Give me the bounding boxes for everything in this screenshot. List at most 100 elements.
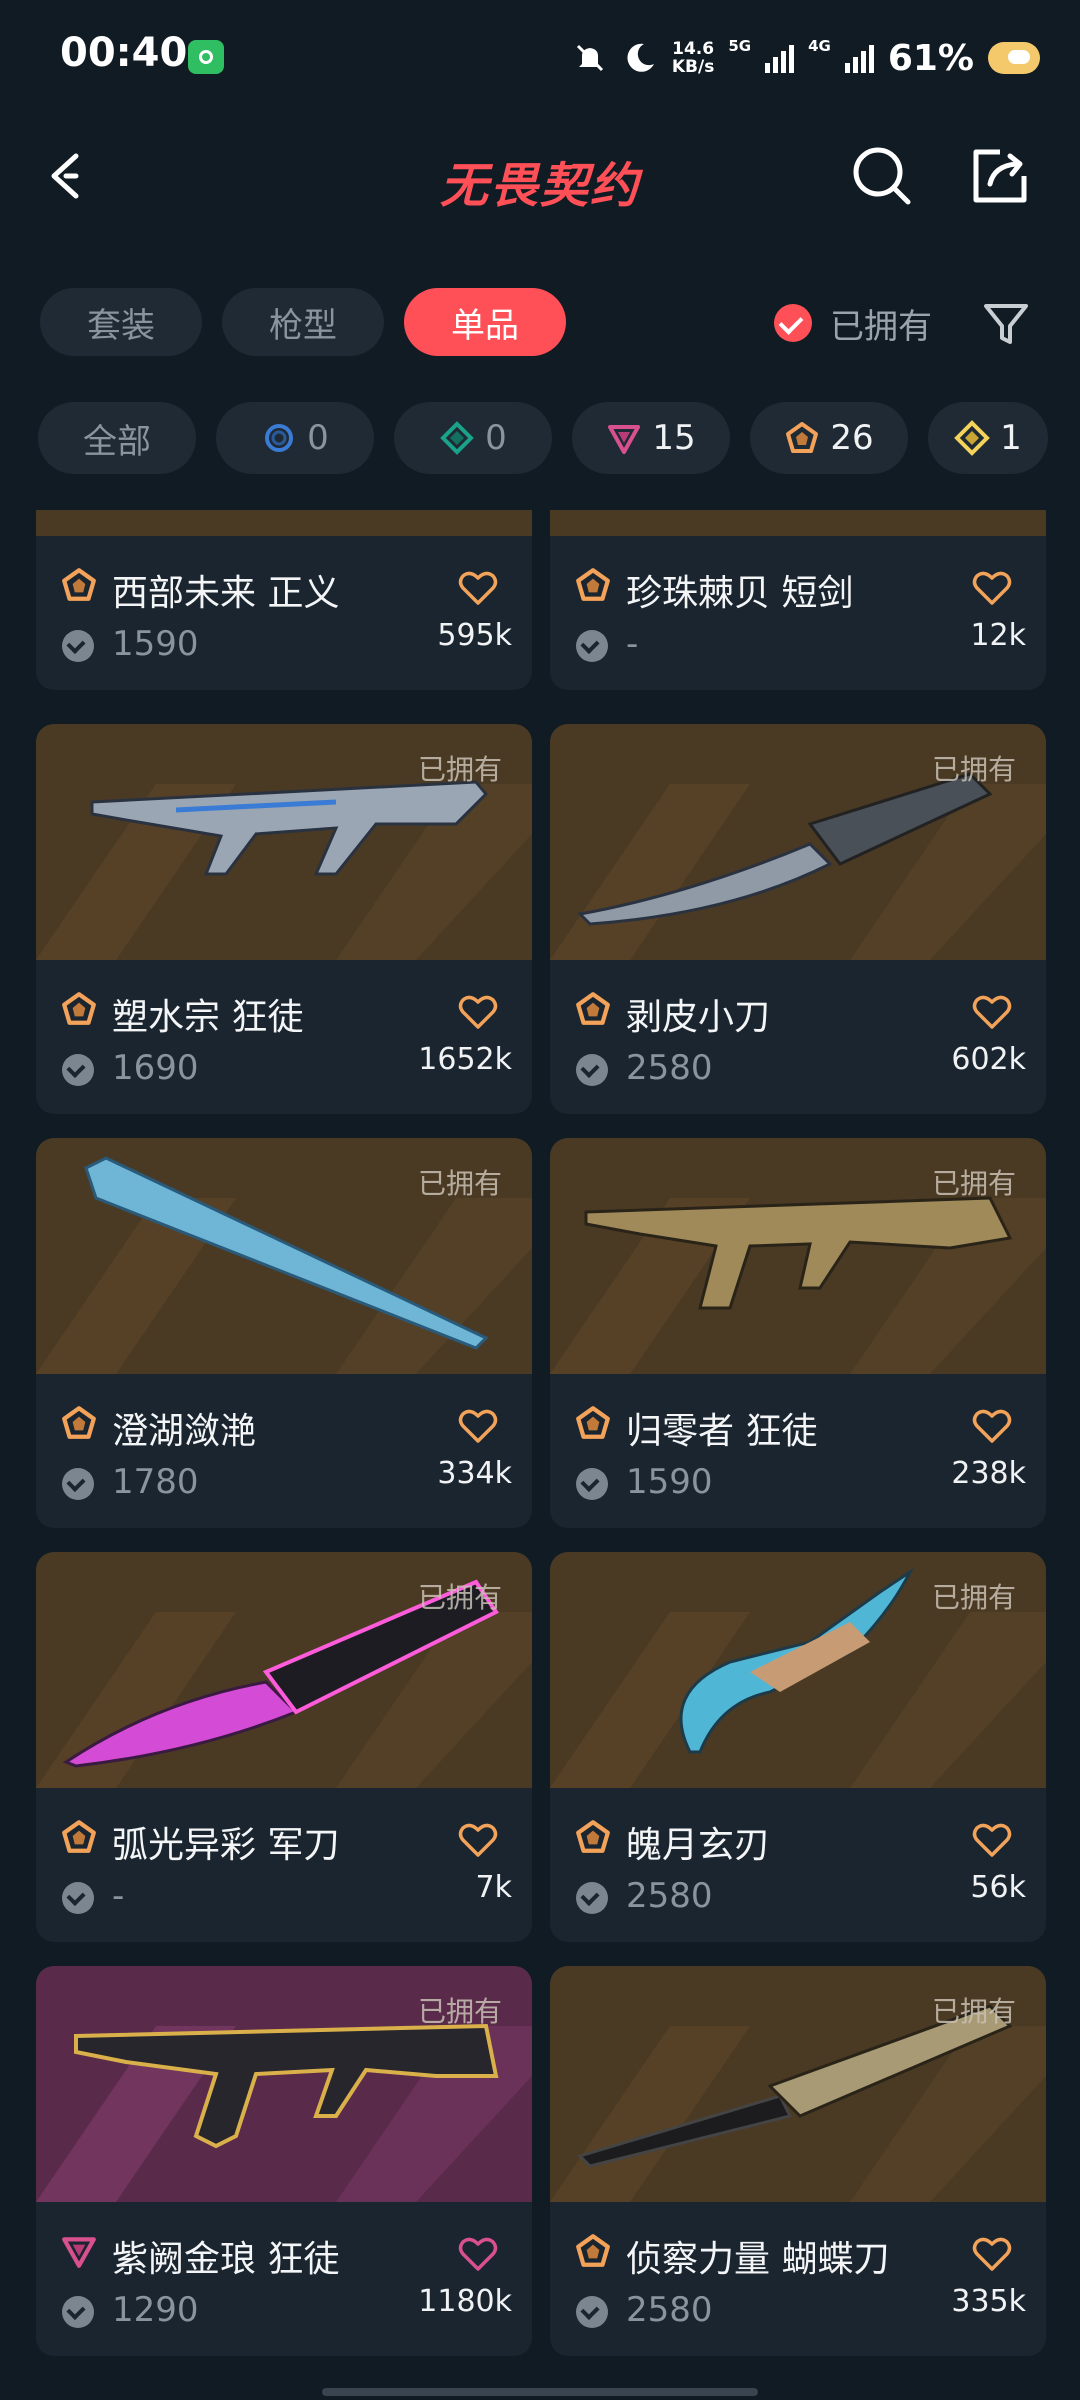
- item-card[interactable]: 已拥有 澄湖潋滟 1780 334k: [36, 1138, 532, 1528]
- item-card[interactable]: 已拥有 归零者 狂徒 1590 238k: [550, 1138, 1046, 1528]
- item-likes: 238k: [951, 1456, 1026, 1491]
- item-image: 已拥有: [550, 1552, 1046, 1788]
- item-name: 珍珠棘贝 短剑: [626, 573, 854, 614]
- battery-level: 61%: [887, 37, 974, 79]
- exclusive-tier-icon: [62, 992, 96, 1025]
- rarity-filter-ultra[interactable]: 1: [928, 402, 1048, 474]
- item-image: 已拥有: [550, 1138, 1046, 1374]
- moon-icon: [627, 43, 654, 72]
- share-icon[interactable]: [970, 146, 1030, 206]
- rarity-count: 0: [307, 418, 329, 458]
- favorite-icon[interactable]: [972, 994, 1012, 1030]
- exclusive-tier-icon: [62, 1406, 96, 1439]
- item-price: 2580: [626, 1876, 713, 1916]
- item-info: 归零者 狂徒 1590 238k: [550, 1374, 1046, 1528]
- favorite-icon[interactable]: [972, 570, 1012, 606]
- app-header: 无畏契约: [0, 110, 1080, 240]
- rarity-filter-select[interactable]: 0: [216, 402, 374, 474]
- item-name: 塑水宗 狂徒: [112, 997, 304, 1038]
- item-likes: 1180k: [418, 2284, 512, 2319]
- rarity-filter-premium[interactable]: 15: [572, 402, 730, 474]
- item-price: 1290: [112, 2290, 199, 2330]
- item-card[interactable]: 已拥有 侦察力量 蝴蝶刀 2580 335k: [550, 1966, 1046, 2356]
- tab-bundles[interactable]: 套装: [40, 288, 202, 356]
- rarity-filter-row: 全部 0 0 15 26 1: [38, 402, 1048, 474]
- item-info: 魄月玄刃 2580 56k: [550, 1788, 1046, 1942]
- rarity-filter-exclusive[interactable]: 26: [750, 402, 908, 474]
- rarity-filter-all[interactable]: 全部: [38, 402, 196, 474]
- exclusive-tier-icon: [576, 2234, 610, 2267]
- ultra-tier-icon: [954, 420, 991, 456]
- favorite-icon[interactable]: [458, 994, 498, 1030]
- favorite-icon[interactable]: [458, 1822, 498, 1858]
- network-type-2: 4G: [808, 37, 831, 55]
- owned-tag: 已拥有: [931, 1581, 1016, 1614]
- signal-icon-2: [844, 43, 874, 73]
- exclusive-tier-icon: [576, 1406, 610, 1439]
- item-name: 魄月玄刃: [626, 1825, 771, 1866]
- item-likes: 595k: [437, 618, 512, 653]
- favorite-icon[interactable]: [972, 2236, 1012, 2272]
- filter-icon[interactable]: [980, 298, 1032, 350]
- exclusive-tier-icon: [62, 1820, 96, 1853]
- owned-tag: 已拥有: [417, 1995, 502, 2028]
- page-title: 无畏契约: [439, 158, 640, 214]
- battery-icon: [988, 42, 1040, 74]
- status-bar: 00:40 14.6 KB/s 5G 4G 61%: [0, 0, 1080, 110]
- vp-currency-icon: [576, 1882, 608, 1914]
- item-card[interactable]: 已拥有 剥皮小刀 2580 602k: [550, 724, 1046, 1114]
- category-tabs: 套装 枪型 单品: [40, 288, 566, 356]
- exclusive-tier-icon: [62, 568, 96, 601]
- item-image: 已拥有: [36, 1138, 532, 1374]
- vp-currency-icon: [62, 1054, 94, 1086]
- favorite-icon[interactable]: [458, 2236, 498, 2272]
- favorite-icon[interactable]: [458, 1408, 498, 1444]
- item-info: 澄湖潋滟 1780 334k: [36, 1374, 532, 1528]
- rarity-count: 0: [485, 418, 507, 458]
- item-name: 归零者 狂徒: [626, 1411, 818, 1452]
- item-card[interactable]: 已拥有 紫阙金琅 狂徒 1290 1180k: [36, 1966, 532, 2356]
- item-price: 2580: [626, 2290, 713, 2330]
- item-likes: 335k: [951, 2284, 1026, 2319]
- item-info: 剥皮小刀 2580 602k: [550, 960, 1046, 1114]
- net-speed: 14.6 KB/s: [672, 40, 714, 76]
- signal-icon-1: [765, 43, 795, 73]
- item-info: 弧光异彩 军刀 - 7k: [36, 1788, 532, 1942]
- favorite-icon[interactable]: [972, 1408, 1012, 1444]
- item-image: [550, 510, 1046, 536]
- item-card[interactable]: 西部未来 正义 1590 595k: [36, 510, 532, 690]
- mute-icon: [576, 44, 603, 72]
- favorite-icon[interactable]: [458, 570, 498, 606]
- item-price: 1690: [112, 1048, 199, 1088]
- item-image: [36, 510, 532, 536]
- owned-filter-toggle[interactable]: 已拥有: [774, 296, 932, 350]
- rarity-filter-deluxe[interactable]: 0: [394, 402, 552, 474]
- item-grid: 西部未来 正义 1590 595k 珍珠棘贝 短剑 - 12k 已拥有 塑水宗 …: [0, 510, 1080, 2400]
- rarity-filter-all-label: 全部: [83, 421, 151, 462]
- exclusive-tier-icon: [576, 568, 610, 601]
- item-card[interactable]: 已拥有 弧光异彩 军刀 - 7k: [36, 1552, 532, 1942]
- item-card[interactable]: 已拥有 塑水宗 狂徒 1690 1652k: [36, 724, 532, 1114]
- tab-single-items[interactable]: 单品: [404, 288, 566, 356]
- item-info: 珍珠棘贝 短剑 - 12k: [550, 536, 1046, 690]
- home-indicator[interactable]: [322, 2388, 758, 2396]
- search-icon[interactable]: [850, 144, 914, 208]
- item-name: 弧光异彩 军刀: [112, 1825, 340, 1866]
- item-image: 已拥有: [36, 1552, 532, 1788]
- owned-tag: 已拥有: [417, 1581, 502, 1614]
- item-name: 侦察力量 蝴蝶刀: [626, 2239, 890, 2280]
- exclusive-tier-icon: [576, 1820, 610, 1853]
- premium-tier-icon: [608, 425, 641, 454]
- tab-weapon-types[interactable]: 枪型: [222, 288, 384, 356]
- rarity-count: 15: [652, 418, 696, 458]
- item-card[interactable]: 已拥有 魄月玄刃 2580 56k: [550, 1552, 1046, 1942]
- item-price: 1590: [112, 624, 199, 664]
- favorite-icon[interactable]: [972, 1822, 1012, 1858]
- item-image: 已拥有: [36, 724, 532, 960]
- owned-tag: 已拥有: [417, 753, 502, 786]
- item-likes: 56k: [970, 1870, 1026, 1905]
- item-likes: 1652k: [418, 1042, 512, 1077]
- vp-currency-icon: [62, 1468, 94, 1500]
- item-price: 1780: [112, 1462, 199, 1502]
- item-card[interactable]: 珍珠棘贝 短剑 - 12k: [550, 510, 1046, 690]
